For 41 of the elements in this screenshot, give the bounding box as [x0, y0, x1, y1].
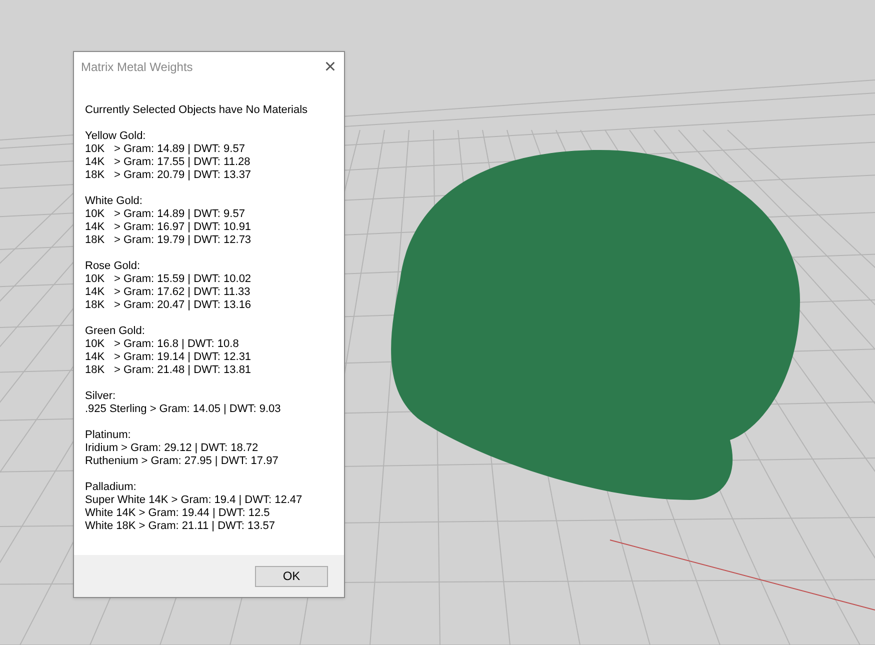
weight-value: > Gram: 19.79 | DWT: 12.73 [114, 234, 252, 247]
group-heading: Silver: [85, 390, 117, 403]
weight-line: Iridium > Gram: 29.12 | DWT: 18.72 [85, 442, 260, 455]
karat-label: 14K [85, 351, 106, 364]
karat-label: 10K [85, 338, 106, 351]
window-title: Matrix Metal Weights [81, 59, 193, 76]
karat-label: 18K [85, 169, 106, 182]
karat-label: 10K [85, 273, 106, 286]
group-heading: Rose Gold: [85, 260, 142, 273]
weight-line: Super White 14K > Gram: 19.4 | DWT: 12.47 [85, 494, 304, 507]
weight-line: White 18K > Gram: 21.11 | DWT: 13.57 [85, 520, 276, 533]
status-message: Currently Selected Objects have No Materials [85, 104, 309, 117]
weight-value: > Gram: 14.89 | DWT: 9.57 [114, 208, 245, 221]
karat-label: 10K [85, 143, 106, 156]
weight-line: .925 Sterling > Gram: 14.05 | DWT: 9.03 [85, 403, 282, 416]
group-heading: Green Gold: [85, 325, 146, 338]
weight-value: > Gram: 16.8 | DWT: 10.8 [114, 338, 239, 351]
close-button[interactable]: × [324, 57, 336, 77]
weight-value: > Gram: 14.89 | DWT: 9.57 [114, 143, 245, 156]
group-heading: Platinum: [85, 429, 132, 442]
karat-label: 14K [85, 221, 106, 234]
weight-value: > Gram: 20.79 | DWT: 13.37 [114, 169, 252, 182]
karat-label: 14K [85, 156, 106, 169]
weight-value: > Gram: 19.14 | DWT: 12.31 [114, 351, 252, 364]
karat-label: 18K [85, 234, 106, 247]
karat-label: 18K [85, 364, 106, 377]
weight-value: > Gram: 15.59 | DWT: 10.02 [114, 273, 252, 286]
karat-label: 10K [85, 208, 106, 221]
weight-line: White 14K > Gram: 19.44 | DWT: 12.5 [85, 507, 271, 520]
ok-button[interactable]: OK [255, 566, 328, 586]
group-heading: Yellow Gold: [85, 130, 147, 143]
weight-value: > Gram: 21.48 | DWT: 13.81 [114, 364, 252, 377]
weight-value: > Gram: 17.62 | DWT: 11.33 [114, 286, 250, 299]
weight-value: > Gram: 17.55 | DWT: 11.28 [114, 156, 250, 169]
weight-value: > Gram: 20.47 | DWT: 13.16 [114, 299, 252, 312]
group-heading: White Gold: [85, 195, 144, 208]
group-heading: Palladium: [85, 481, 138, 494]
weight-line: Ruthenium > Gram: 27.95 | DWT: 17.97 [85, 455, 280, 468]
karat-label: 14K [85, 286, 106, 299]
weight-value: > Gram: 16.97 | DWT: 10.91 [114, 221, 252, 234]
karat-label: 18K [85, 299, 106, 312]
